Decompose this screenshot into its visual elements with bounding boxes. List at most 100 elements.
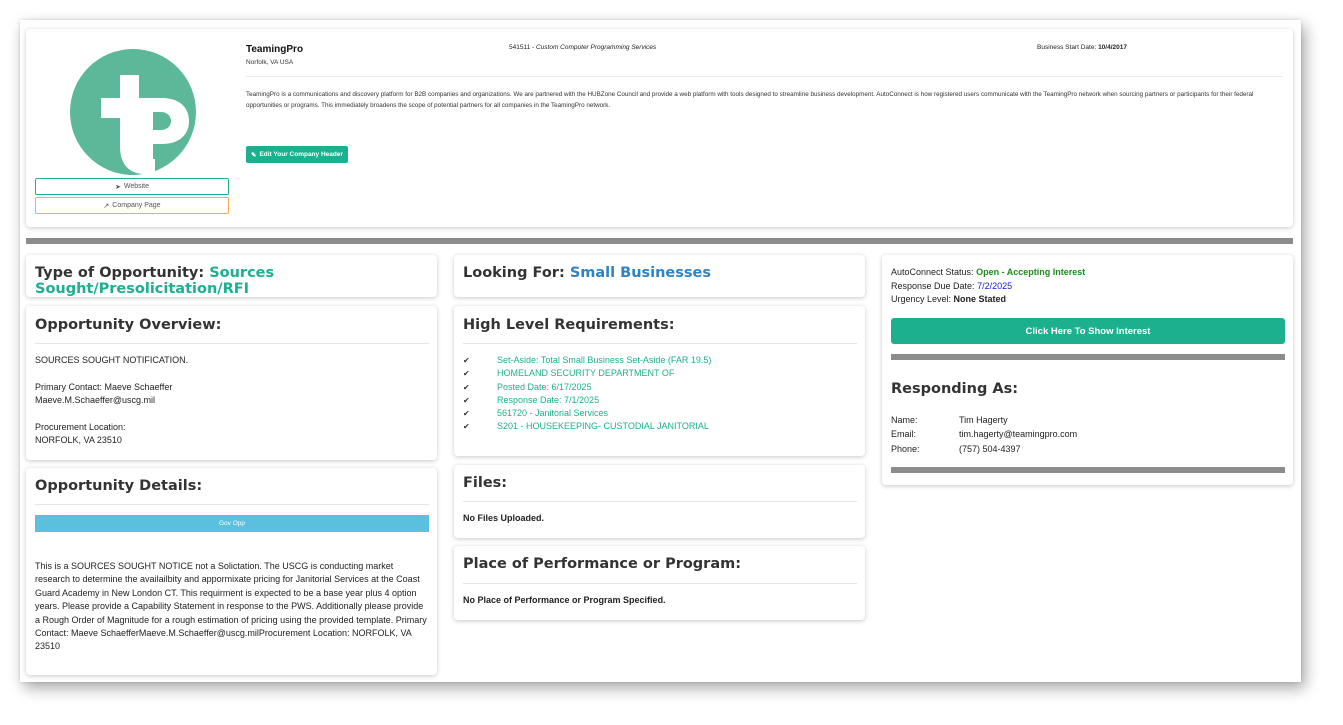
details-text: This is a SOURCES SOUGHT NOTICE not a So… [35, 561, 427, 652]
list-item: ✔ HOMELAND SECURITY DEPARTMENT OF [463, 367, 857, 380]
contact-name-row: Name: Tim Hagerty [891, 413, 1077, 427]
company-location: Norfolk, VA USA [246, 59, 294, 66]
edit-company-header-button[interactable]: ✎ Edit Your Company Header [246, 146, 348, 163]
edit-company-header-label: Edit Your Company Header [259, 151, 343, 158]
looking-for-value: Small Businesses [569, 265, 711, 281]
opportunity-overview-card: Opportunity Overview: SOURCES SOUGHT NOT… [26, 306, 437, 460]
check-icon: ✔ [463, 422, 470, 432]
autoconnect-status: AutoConnect Status: Open - Accepting Int… [891, 266, 1085, 280]
gov-opp-badge: Gov Opp [35, 515, 429, 532]
email-label: Email: [891, 429, 917, 440]
place-of-performance-card: Place of Performance or Program: No Plac… [454, 546, 865, 620]
requirement-text: Posted Date: 6/17/2025 [497, 381, 592, 392]
opportunity-details-card: Opportunity Details: Gov Opp This is a S… [26, 468, 437, 675]
files-title: Files: [463, 475, 508, 491]
phone-value: (757) 504-4397 [959, 443, 1021, 454]
contact-email-row: Email: tim.hagerty@teamingpro.com [891, 427, 1077, 441]
requirements-card: High Level Requirements: ✔ Set-Aside: Tot… [454, 306, 865, 456]
name-value: Tim Hagerty [959, 415, 1008, 425]
urgency-value: None Stated [953, 294, 1007, 304]
files-empty-message: No Files Uploaded. [463, 513, 545, 523]
status-label: AutoConnect Status: [891, 267, 977, 277]
requirement-text: Set-Aside: Total Small Business Set-Asid… [497, 355, 712, 365]
check-icon: ✔ [463, 356, 470, 365]
overview-email[interactable]: Maeve.M.Schaeffer@uscg.mil [35, 394, 429, 407]
response-due-date: Response Due Date: 7/2/2025 [891, 280, 1085, 294]
show-interest-button[interactable]: Click Here To Show Interest [891, 318, 1285, 344]
overview-notification: SOURCES SOUGHT NOTIFICATION. [35, 355, 189, 365]
details-divider [35, 504, 429, 505]
autoconnect-divider-top [891, 354, 1285, 360]
performance-divider [463, 583, 857, 584]
website-button-label: Website [123, 183, 150, 190]
overview-location-label: Procurement Location: [35, 422, 126, 432]
website-button[interactable]: ➤ Website [35, 178, 229, 195]
name-label: Name: [891, 415, 918, 425]
naics-title: Custom Computer Programming Services [535, 44, 657, 51]
looking-for-label: Looking For: [463, 265, 570, 281]
requirement-text: 561720 - Janitorial Services [497, 408, 609, 419]
list-item: ✔ Posted Date: 6/17/2025 [463, 381, 857, 394]
send-icon: ➤ [114, 183, 121, 191]
list-item: ✔ Set-Aside: Total Small Business Set-Asi… [463, 354, 857, 367]
looking-for-card: Looking For: Small Businesses [454, 255, 865, 297]
files-card: Files: No Files Uploaded. [454, 465, 865, 538]
requirements-title: High Level Requirements: [463, 317, 675, 333]
responding-as-title: Responding As: [891, 381, 1019, 397]
external-link-icon: ↗ [103, 202, 110, 210]
urgency-label: Urgency Level: [891, 294, 954, 304]
naics-code: 541511 - [509, 44, 536, 51]
performance-title: Place of Performance or Program: [463, 556, 742, 572]
list-item: ✔ 561720 - Janitorial Services [463, 407, 857, 420]
requirements-divider [463, 343, 857, 344]
check-icon: ✔ [463, 382, 470, 392]
files-divider [463, 501, 857, 502]
phone-label: Phone: [891, 443, 920, 454]
list-item: ✔ Response Date: 7/1/2025 [463, 394, 857, 407]
company-logo [70, 49, 196, 175]
contact-phone-row: Phone: (757) 504-4397 [891, 442, 1077, 456]
pencil-icon: ✎ [250, 151, 257, 159]
overview-primary-contact: Primary Contact: Maeve Schaeffer [35, 381, 173, 392]
business-start-date: Business Start Date: 10/4/2017 [1037, 44, 1127, 51]
requirement-text: Response Date: 7/1/2025 [497, 394, 600, 405]
autoconnect-card: AutoConnect Status: Open - Accepting Int… [882, 255, 1293, 485]
autoconnect-divider-bottom [891, 467, 1285, 473]
requirements-list: ✔ Set-Aside: Total Small Business Set-Asi… [463, 354, 857, 434]
urgency-level: Urgency Level: None Stated [891, 293, 1085, 307]
section-divider [26, 238, 1293, 244]
status-value: Open - Accepting Interest [976, 267, 1086, 277]
type-of-opportunity-heading: Type of Opportunity: Sources Sought/Pres… [35, 265, 437, 297]
details-title: Opportunity Details: [35, 478, 203, 494]
looking-for-heading: Looking For: Small Businesses [463, 265, 711, 281]
performance-empty-message: No Place of Performance or Program Speci… [463, 595, 666, 605]
business-start-value: 10/4/2017 [1098, 44, 1127, 51]
responding-contact: Name: Tim Hagerty Email: tim.hagerty@teami… [891, 413, 1077, 456]
company-header-card: ➤ Website ↗ Company Page TeamingPro Norf… [26, 29, 1293, 227]
header-divider [246, 76, 1283, 77]
page-frame: ➤ Website ↗ Company Page TeamingPro Norf… [20, 20, 1301, 682]
list-item: ✔ S201 - HOUSEKEEPING- CUSTODIAL JANITORI… [463, 420, 857, 433]
check-icon: ✔ [463, 395, 470, 405]
overview-location-value: NORFOLK, VA 23510 [35, 435, 122, 446]
overview-divider [35, 343, 429, 344]
type-of-opportunity-label: Type of Opportunity: [35, 265, 210, 281]
company-description: TeamingPro is a communications and disco… [246, 91, 1254, 109]
business-start-label: Business Start Date: [1037, 44, 1099, 51]
due-value: 7/2/2025 [977, 280, 1013, 291]
naics-info: 541511 - Custom Computer Programming Ser… [509, 44, 656, 51]
requirement-text: HOMELAND SECURITY DEPARTMENT OF [497, 368, 675, 379]
requirement-text: S201 - HOUSEKEEPING- CUSTODIAL JANITORIA… [497, 421, 709, 432]
autoconnect-info: AutoConnect Status: Open - Accepting Int… [891, 266, 1085, 307]
overview-title: Opportunity Overview: [35, 317, 222, 333]
tp-logo-icon [101, 75, 189, 175]
overview-body: SOURCES SOUGHT NOTIFICATION. Primary Con… [35, 354, 429, 448]
company-page-button[interactable]: ↗ Company Page [35, 197, 229, 214]
due-label: Response Due Date: [891, 280, 978, 291]
check-icon: ✔ [463, 409, 470, 419]
check-icon: ✔ [463, 369, 470, 379]
email-value: tim.hagerty@teamingpro.com [959, 429, 1078, 440]
type-of-opportunity-card: Type of Opportunity: Sources Sought/Pres… [26, 255, 437, 297]
company-page-button-label: Company Page [112, 202, 161, 209]
company-name: TeamingPro [246, 44, 304, 55]
